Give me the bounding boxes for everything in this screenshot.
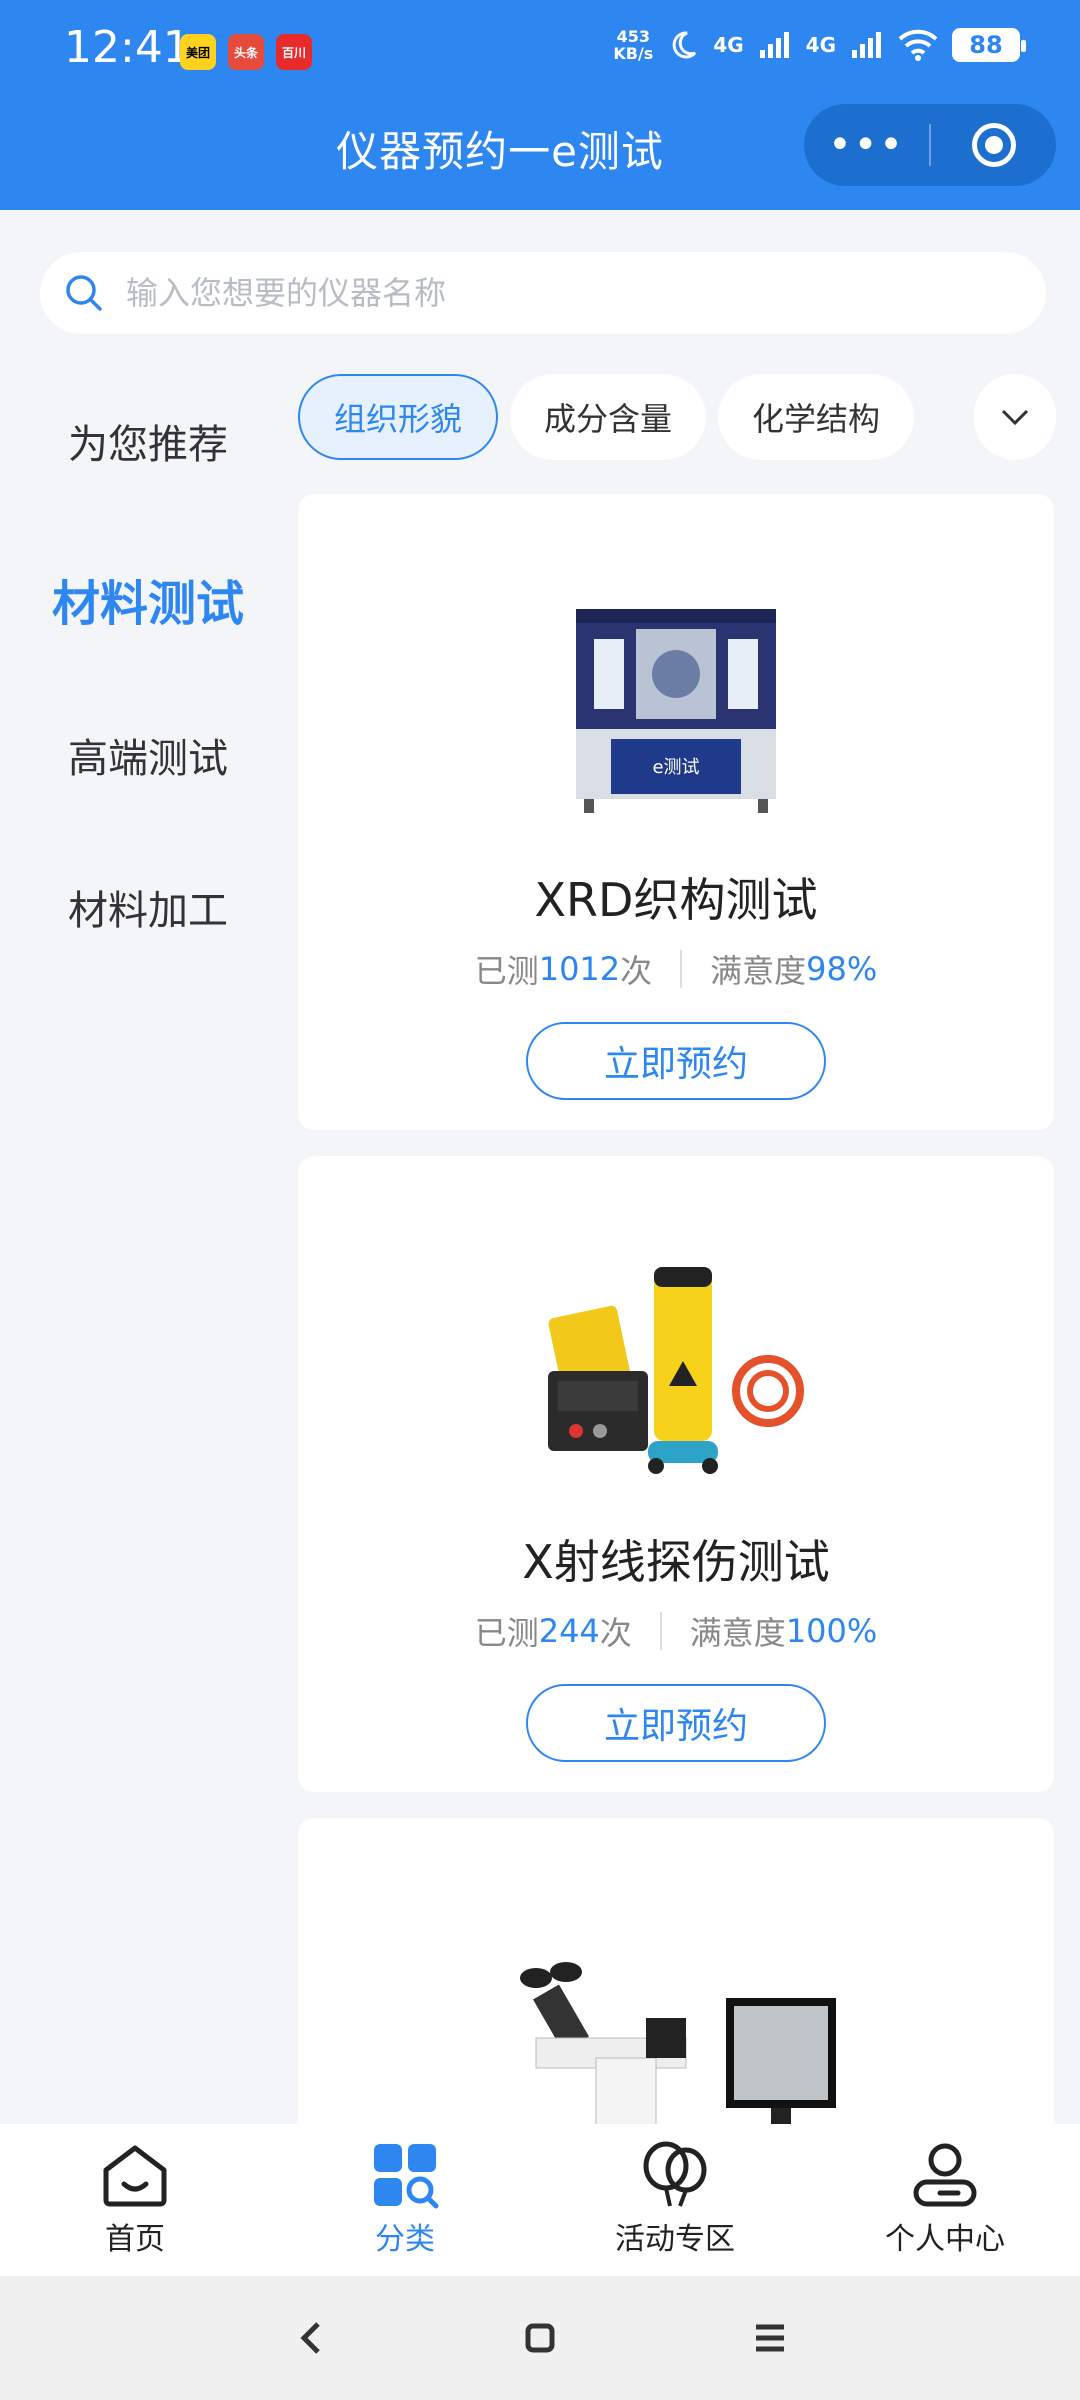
back-button[interactable] (290, 2318, 330, 2358)
search-icon (66, 275, 102, 311)
toutiao-icon: 头条 (228, 34, 264, 70)
category-icon (374, 2144, 439, 2209)
instrument-card[interactable]: e测试 XRD织构测试 已测 1012 次 满意度 98% 立即预约 (298, 494, 1054, 1130)
instrument-card[interactable] (298, 1818, 1054, 2158)
tab-category[interactable]: 分类 (270, 2124, 540, 2276)
home-nav-button[interactable] (520, 2318, 560, 2358)
microscope-image (468, 1918, 884, 2158)
meituan-icon: 美团 (180, 34, 216, 70)
sidebar-item-material-processing[interactable]: 材料加工 (0, 878, 296, 936)
tested-prefix: 已测 (474, 1614, 539, 1652)
tab-label: 活动专区 (615, 2222, 735, 2257)
satisfaction-value: 98% (806, 950, 878, 988)
svg-text:e测试: e测试 (652, 757, 699, 778)
menu-icon (756, 2324, 784, 2352)
tab-home[interactable]: 首页 (0, 2124, 270, 2276)
instrument-stats: 已测 1012 次 满意度 98% (298, 946, 1054, 992)
miniprogram-capsule: ••• (804, 104, 1056, 186)
wifi-icon (898, 29, 938, 61)
moon-icon (672, 31, 697, 59)
close-miniprogram-button[interactable] (931, 104, 1056, 186)
header: 12:41 美团 头条 百川 453 KB/s 4G 4G 88 仪器预约一e测… (0, 0, 1080, 210)
target-icon (971, 123, 1016, 167)
app-icon: 百川 (276, 34, 312, 70)
notification-icons: 美团 头条 百川 (180, 34, 312, 70)
stats-divider (659, 1612, 662, 1650)
instrument-title: X射线探伤测试 (522, 1535, 830, 1589)
status-time: 12:41 (64, 22, 191, 73)
search-input[interactable] (126, 274, 926, 312)
status-bar: 12:41 美团 头条 百川 453 KB/s 4G 4G 88 (0, 0, 1080, 100)
xrd-machine-image: e测试 (468, 574, 884, 834)
chevron-down-icon (1001, 409, 1029, 426)
tested-count: 1012 (538, 950, 621, 988)
menu-nav-button[interactable] (750, 2318, 790, 2358)
more-button[interactable]: ••• (804, 104, 929, 186)
instrument-title: XRD织构测试 (534, 873, 818, 927)
search-bar[interactable] (40, 252, 1046, 334)
chip-composition[interactable]: 成分含量 (510, 374, 707, 460)
tab-label: 首页 (105, 2222, 165, 2257)
signal-4g-label-2: 4G (805, 33, 836, 57)
tested-prefix: 已测 (474, 952, 539, 990)
signal-4g-label: 4G (713, 33, 744, 57)
expand-chips-button[interactable] (974, 374, 1056, 460)
system-icons: 453 KB/s 4G 4G 88 (613, 27, 1026, 63)
tested-count: 244 (538, 1612, 600, 1650)
net-speed: 453 KB/s (613, 27, 654, 63)
signal-icon (759, 32, 789, 58)
satisfaction-label: 满意度 (689, 1614, 786, 1652)
xray-flaw-detector-image (468, 1236, 884, 1496)
tab-label: 个人中心 (885, 2222, 1005, 2257)
tab-profile[interactable]: 个人中心 (810, 2124, 1080, 2276)
subcategory-chips: 组织形貌 成分含量 化学结构 (298, 374, 1058, 462)
book-now-button[interactable]: 立即预约 (526, 1022, 826, 1100)
satisfaction-value: 100% (785, 1612, 878, 1650)
chip-microstructure[interactable]: 组织形貌 (298, 374, 499, 460)
sidebar-item-material-testing[interactable]: 材料测试 (0, 564, 296, 634)
chip-chemical-structure[interactable]: 化学结构 (718, 374, 915, 460)
system-navigation-bar (0, 2276, 1080, 2400)
user-icon (913, 2143, 977, 2207)
satisfaction-label: 满意度 (710, 952, 807, 990)
instrument-card[interactable]: X射线探伤测试 已测 244 次 满意度 100% 立即预约 (298, 1156, 1054, 1792)
balloon-icon (643, 2141, 707, 2207)
stats-divider (680, 950, 683, 988)
home-icon (103, 2145, 167, 2207)
tested-suffix: 次 (599, 1614, 632, 1652)
instrument-stats: 已测 244 次 满意度 100% (298, 1608, 1054, 1654)
sidebar-item-recommend[interactable]: 为您推荐 (0, 412, 296, 470)
tab-label: 分类 (375, 2222, 435, 2257)
book-now-button[interactable]: 立即预约 (526, 1684, 826, 1762)
signal-icon-2 (852, 32, 881, 58)
bottom-tab-bar: 首页 分类 活动专区 个人中心 (0, 2124, 1080, 2276)
back-icon (300, 2322, 320, 2354)
square-icon (525, 2323, 555, 2353)
battery-icon: 88 (952, 28, 1026, 62)
tested-suffix: 次 (620, 952, 653, 990)
sidebar-item-high-end-testing[interactable]: 高端测试 (0, 726, 296, 784)
tab-activities[interactable]: 活动专区 (540, 2124, 810, 2276)
